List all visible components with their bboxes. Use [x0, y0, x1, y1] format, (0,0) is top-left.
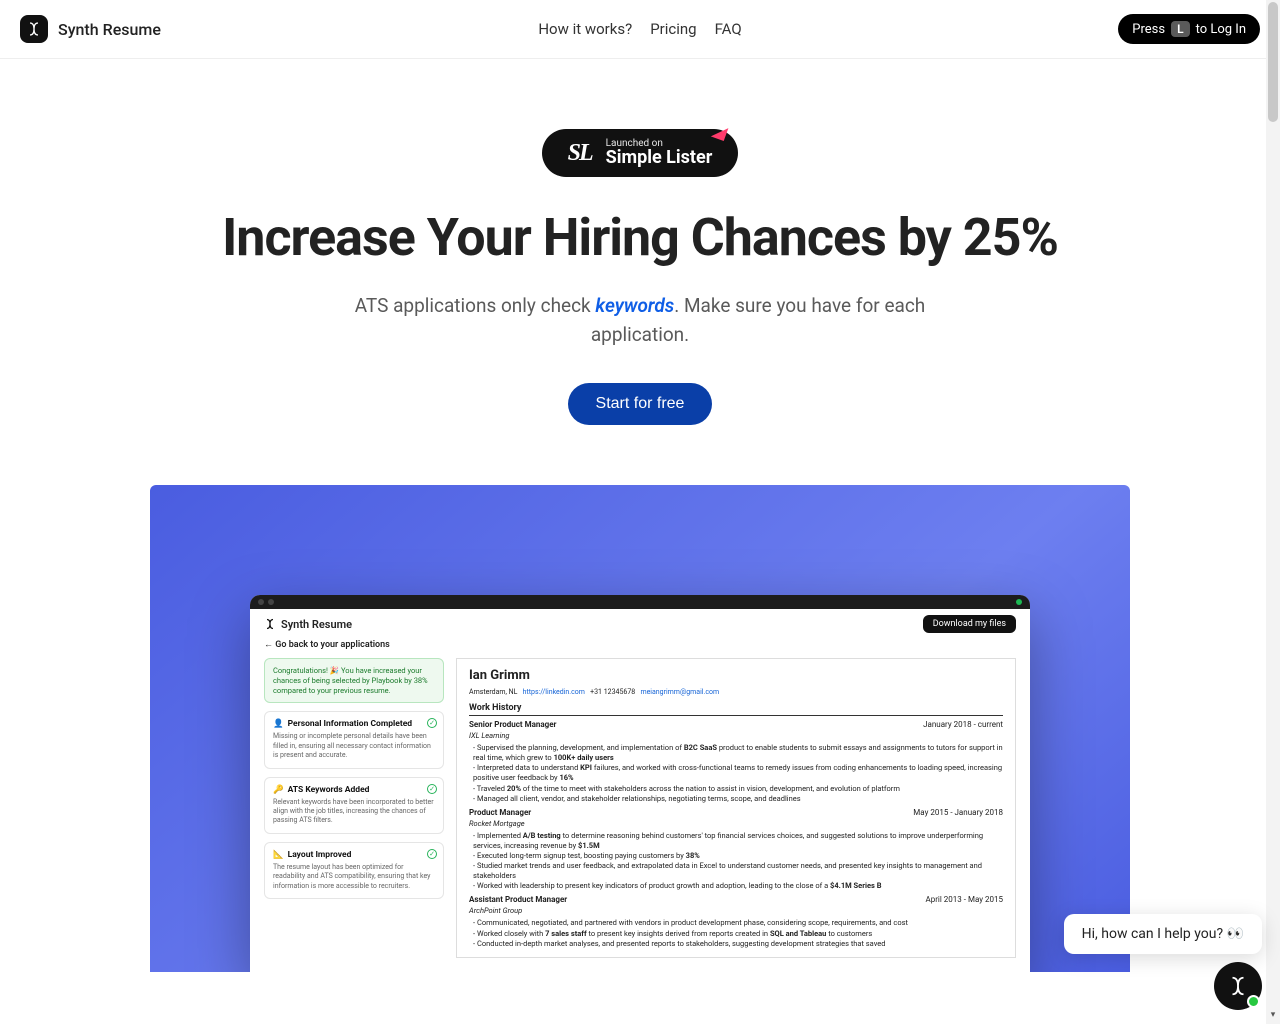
top-nav: Synth Resume How it works? Pricing FAQ P…: [0, 0, 1280, 59]
chat-greeting[interactable]: Hi, how can I help you? 👀: [1064, 914, 1262, 954]
nav-link-pricing[interactable]: Pricing: [650, 20, 696, 38]
resume-name: Ian Grimm: [469, 667, 1003, 685]
subhead-before: ATS applications only check: [355, 294, 596, 317]
card-title: Layout Improved: [288, 850, 352, 860]
launch-bottom-text: Simple Lister: [606, 149, 713, 167]
download-files-button[interactable]: Download my files: [923, 615, 1016, 633]
rocket-icon: ◢: [709, 119, 729, 143]
subhead-keyword: keywords: [595, 294, 674, 317]
check-icon: ✓: [427, 849, 437, 859]
launch-top-text: Launched on: [606, 139, 713, 149]
congrats-card: Congratulations! 🎉 You have increased yo…: [264, 658, 444, 703]
insight-card-ats-keywords: ✓ 🔑 ATS Keywords Added Relevant keywords …: [264, 777, 444, 834]
check-icon: ✓: [427, 718, 437, 728]
login-rest-label: to Log In: [1196, 22, 1246, 37]
nav-links: How it works? Pricing FAQ: [538, 20, 741, 38]
brand-logo-icon: [20, 15, 48, 43]
simplelister-mark-icon: SL: [568, 140, 592, 167]
card-title: ATS Keywords Added: [288, 785, 370, 795]
page-scrollbar[interactable]: ▾: [1266, 0, 1280, 1024]
key-icon: 🔑: [273, 785, 284, 795]
chat-icon: [1227, 975, 1249, 997]
section-work-history: Work History: [469, 702, 1003, 716]
product-preview: Synth Resume Download my files Go back t…: [150, 485, 1130, 972]
brand-name: Synth Resume: [58, 20, 161, 39]
scroll-down-arrow[interactable]: ▾: [1266, 1010, 1280, 1024]
start-for-free-button[interactable]: Start for free: [568, 383, 713, 425]
nav-link-how-it-works[interactable]: How it works?: [538, 20, 632, 38]
person-icon: 👤: [273, 719, 284, 729]
card-body: The resume layout has been optimized for…: [273, 863, 435, 891]
jobs-list: Senior Product ManagerJanuary 2018 - cur…: [469, 720, 1003, 949]
resume-email[interactable]: meiangrimm@gmail.com: [640, 688, 719, 696]
brand[interactable]: Synth Resume: [20, 15, 161, 43]
card-body: Missing or incomplete personal details h…: [273, 732, 435, 760]
insights-panel: Congratulations! 🎉 You have increased yo…: [264, 658, 444, 958]
scrollbar-thumb[interactable]: [1268, 2, 1278, 122]
resume-linkedin[interactable]: https://linkedin.com: [523, 688, 585, 696]
resume-preview: Ian Grimm Amsterdam, NL https://linkedin…: [456, 658, 1016, 958]
login-button[interactable]: Press L to Log In: [1118, 14, 1260, 44]
insight-card-layout: ✓ 📐 Layout Improved The resume layout has…: [264, 842, 444, 899]
resume-phone: +31 12345678: [590, 688, 635, 696]
app-window: Synth Resume Download my files Go back t…: [250, 595, 1030, 972]
hero-subhead: ATS applications only check keywords. Ma…: [320, 292, 960, 349]
window-titlebar: [250, 595, 1030, 609]
resume-contact: Amsterdam, NL https://linkedin.com +31 1…: [469, 688, 1003, 697]
chat-launcher-button[interactable]: [1214, 962, 1262, 1010]
hero: SL Launched on Simple Lister ◢ Increase …: [190, 129, 1090, 425]
login-key-hint: L: [1171, 21, 1190, 37]
app-brand: Synth Resume: [264, 618, 352, 631]
login-press-label: Press: [1132, 22, 1165, 37]
insight-card-personal-info: ✓ 👤 Personal Information Completed Missin…: [264, 711, 444, 768]
card-title: Personal Information Completed: [288, 719, 412, 729]
card-body: Relevant keywords have been incorporated…: [273, 798, 435, 826]
check-icon: ✓: [427, 784, 437, 794]
layout-icon: 📐: [273, 850, 284, 860]
app-brand-name: Synth Resume: [281, 618, 352, 631]
app-body: Congratulations! 🎉 You have increased yo…: [250, 658, 1030, 972]
hero-headline: Increase Your Hiring Chances by 25%: [210, 207, 1070, 268]
app-header: Synth Resume Download my files: [250, 609, 1030, 637]
go-back-link[interactable]: Go back to your applications: [250, 637, 1030, 658]
launch-badge[interactable]: SL Launched on Simple Lister ◢: [542, 129, 739, 177]
resume-location: Amsterdam, NL: [469, 688, 517, 696]
nav-link-faq[interactable]: FAQ: [715, 20, 742, 38]
